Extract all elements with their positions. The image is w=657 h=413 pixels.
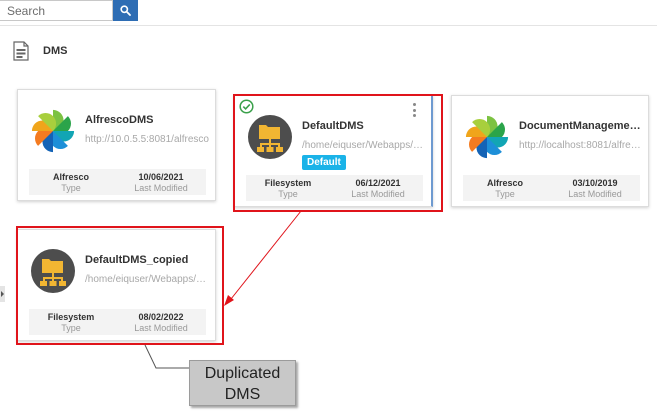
callout-leader	[144, 344, 189, 369]
callout-duplicated-dms: Duplicated DMS	[189, 360, 296, 406]
duplicate-arrow	[230, 210, 302, 300]
callout-line-1: Duplicated	[204, 365, 281, 382]
callout-line-2: DMS	[224, 386, 261, 403]
annotation-arrows	[144, 210, 302, 369]
